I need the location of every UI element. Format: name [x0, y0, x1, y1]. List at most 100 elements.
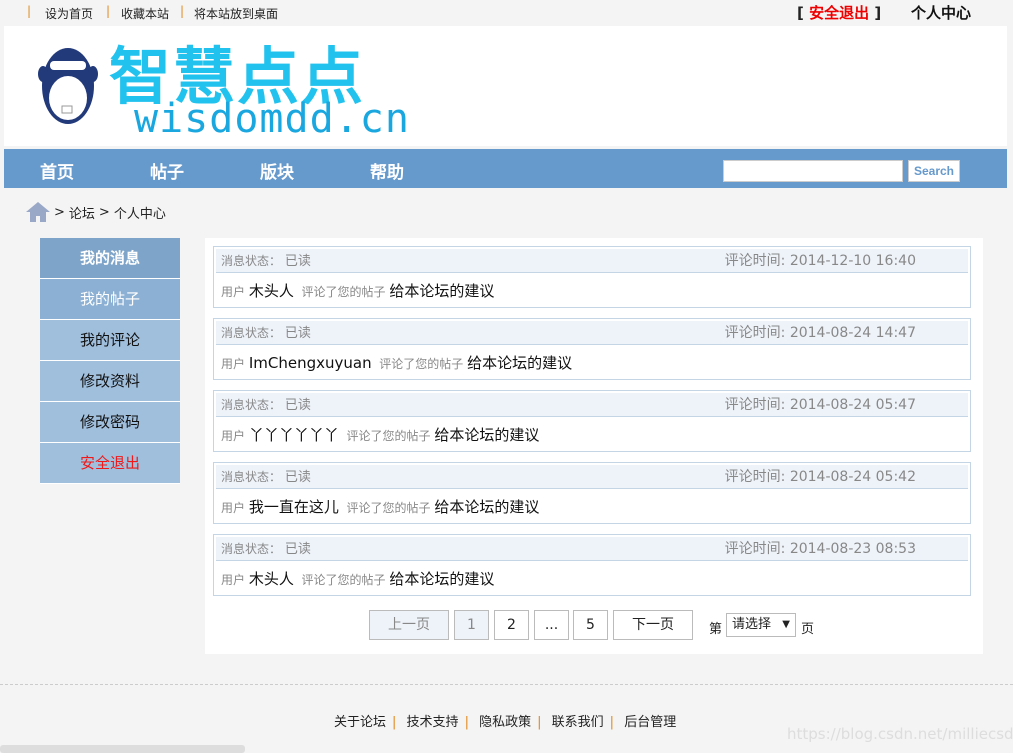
messages-panel: 上一页 1 2 ... 5 下一页 第 请选择 ▼ 页 消息状态： 已读 评论时间:…: [205, 238, 983, 654]
set-homepage-link[interactable]: 设为首页: [45, 5, 93, 22]
user-link[interactable]: 丫丫丫丫丫丫: [249, 426, 339, 444]
personal-center-link[interactable]: 个人中心: [911, 2, 971, 23]
sidebar: 我的消息 我的帖子 我的评论 修改资料 修改密码 安全退出: [40, 238, 180, 484]
breadcrumb-separator: >: [98, 204, 110, 220]
post-title-link[interactable]: 给本论坛的建议: [389, 282, 494, 300]
status-value: 已读: [284, 254, 311, 269]
separator: |: [180, 4, 185, 18]
footer-admin[interactable]: 后台管理: [624, 715, 676, 730]
page-ellipsis: ...: [534, 610, 569, 640]
sidebar-item-logout[interactable]: 安全退出: [40, 443, 180, 484]
user-link[interactable]: ImChengxuyuan: [249, 354, 372, 372]
message-card: 消息状态： 已读 评论时间: 2014-08-24 05:47 用户 丫丫丫丫丫丫…: [213, 390, 971, 452]
status-label: 消息状态：: [221, 398, 282, 412]
nav-posts[interactable]: 帖子: [150, 158, 184, 183]
status-value: 已读: [284, 542, 311, 557]
message-header: 消息状态： 已读 评论时间: 2014-08-24 14:47: [216, 321, 968, 345]
desktop-shortcut-link[interactable]: 将本站放到桌面: [194, 5, 278, 22]
footer-support[interactable]: 技术支持: [407, 715, 459, 730]
user-link[interactable]: 木头人: [249, 570, 294, 588]
nav-boards[interactable]: 版块: [260, 158, 294, 183]
action-text: 评论了您的帖子: [301, 573, 386, 587]
nav-help[interactable]: 帮助: [370, 158, 404, 183]
comment-time: 评论时间: 2014-08-24 05:47: [724, 397, 916, 413]
separator: |: [27, 4, 32, 18]
goto-suffix: 页: [801, 622, 815, 637]
user-label: 用户: [221, 573, 246, 587]
status-label: 消息状态：: [221, 254, 282, 268]
sidebar-item-edit-profile[interactable]: 修改资料: [40, 361, 180, 402]
breadcrumb-separator: >: [54, 204, 65, 220]
message-body: 用户 木头人 评论了您的帖子 给本论坛的建议: [214, 273, 970, 301]
footer-divider: [0, 684, 1013, 685]
user-label: 用户: [221, 285, 246, 299]
bookmark-link[interactable]: 收藏本站: [121, 5, 169, 22]
message-body: 用户 木头人 评论了您的帖子 给本论坛的建议: [214, 561, 970, 589]
status-value: 已读: [284, 326, 311, 341]
message-header: 消息状态： 已读 评论时间: 2014-12-10 16:40: [216, 249, 968, 273]
message-card: 消息状态： 已读 评论时间: 2014-08-23 08:53 用户 木头人 评论…: [213, 534, 971, 596]
home-icon[interactable]: [26, 202, 50, 222]
page-1-button[interactable]: 1: [454, 610, 489, 640]
comment-time: 评论时间: 2014-08-24 05:42: [724, 469, 916, 485]
page-5-button[interactable]: 5: [573, 610, 608, 640]
footer-privacy[interactable]: 隐私政策: [479, 715, 531, 730]
footer-contact[interactable]: 联系我们: [552, 715, 604, 730]
breadcrumb-forum[interactable]: 论坛: [69, 203, 95, 222]
post-title-link[interactable]: 给本论坛的建议: [389, 570, 494, 588]
page-2-button[interactable]: 2: [494, 610, 529, 640]
sidebar-item-change-password[interactable]: 修改密码: [40, 402, 180, 443]
nav-home[interactable]: 首页: [40, 158, 74, 183]
post-title-link[interactable]: 给本论坛的建议: [434, 426, 539, 444]
sidebar-item-my-messages[interactable]: 我的消息: [40, 238, 180, 279]
breadcrumb-current: 个人中心: [113, 206, 166, 222]
logout-link[interactable]: [ 安全退出 ]: [797, 2, 881, 23]
message-card: 消息状态： 已读 评论时间: 2014-08-24 05:42 用户 我一直在这儿…: [213, 462, 971, 524]
message-card: 消息状态： 已读 评论时间: 2014-12-10 16:40 用户 木头人 评论…: [213, 246, 971, 308]
user-link[interactable]: 木头人: [249, 282, 294, 300]
prev-page-button[interactable]: 上一页: [369, 610, 449, 640]
footer-about[interactable]: 关于论坛: [334, 715, 386, 730]
horizontal-scrollbar[interactable]: [0, 745, 245, 753]
user-link[interactable]: 我一直在这儿: [249, 498, 339, 516]
sidebar-item-my-posts[interactable]: 我的帖子: [40, 279, 180, 320]
action-text: 评论了您的帖子: [379, 357, 464, 371]
search-button[interactable]: Search: [908, 160, 960, 182]
breadcrumb: > 论坛 > 个人中心: [26, 202, 166, 222]
separator: |: [106, 4, 111, 18]
user-label: 用户: [221, 357, 246, 371]
post-title-link[interactable]: 给本论坛的建议: [434, 498, 539, 516]
message-body: 用户 我一直在这儿 评论了您的帖子 给本论坛的建议: [214, 489, 970, 517]
footer-links: 关于论坛 | 技术支持 | 隐私政策 | 联系我们 | 后台管理: [334, 715, 677, 730]
monkey-logo-icon: [38, 48, 98, 124]
message-body: 用户 ImChengxuyuan 评论了您的帖子 给本论坛的建议: [214, 345, 970, 373]
page-select-value: 请选择: [732, 617, 772, 632]
sidebar-item-my-comments[interactable]: 我的评论: [40, 320, 180, 361]
goto-prefix: 第: [709, 622, 723, 637]
status-label: 消息状态：: [221, 326, 282, 340]
status-value: 已读: [284, 398, 311, 413]
status-label: 消息状态：: [221, 542, 282, 556]
status-label: 消息状态：: [221, 470, 282, 484]
user-label: 用户: [221, 501, 246, 515]
comment-time: 评论时间: 2014-08-24 14:47: [724, 325, 916, 341]
action-text: 评论了您的帖子: [301, 285, 386, 299]
action-text: 评论了您的帖子: [346, 429, 431, 443]
page-select[interactable]: 请选择 ▼: [726, 613, 796, 637]
next-page-button[interactable]: 下一页: [613, 610, 693, 640]
watermark: https://blog.csdn.net/milliecsdn: [787, 725, 1013, 743]
post-title-link[interactable]: 给本论坛的建议: [467, 354, 572, 372]
logout-label: 安全退出: [809, 4, 870, 22]
action-text: 评论了您的帖子: [346, 501, 431, 515]
message-body: 用户 丫丫丫丫丫丫 评论了您的帖子 给本论坛的建议: [214, 417, 970, 445]
search-input[interactable]: [723, 160, 903, 182]
chevron-down-icon: ▼: [782, 619, 790, 630]
message-header: 消息状态： 已读 评论时间: 2014-08-24 05:47: [216, 393, 968, 417]
message-header: 消息状态： 已读 评论时间: 2014-08-23 08:53: [216, 537, 968, 561]
comment-time: 评论时间: 2014-08-23 08:53: [724, 541, 916, 557]
comment-time: 评论时间: 2014-12-10 16:40: [724, 253, 916, 269]
main-nav: 首页 帖子 版块 帮助 Search: [4, 149, 1007, 188]
user-label: 用户: [221, 429, 246, 443]
header: 智慧点点 wisdomdd.cn: [4, 26, 1007, 146]
status-value: 已读: [284, 470, 311, 485]
